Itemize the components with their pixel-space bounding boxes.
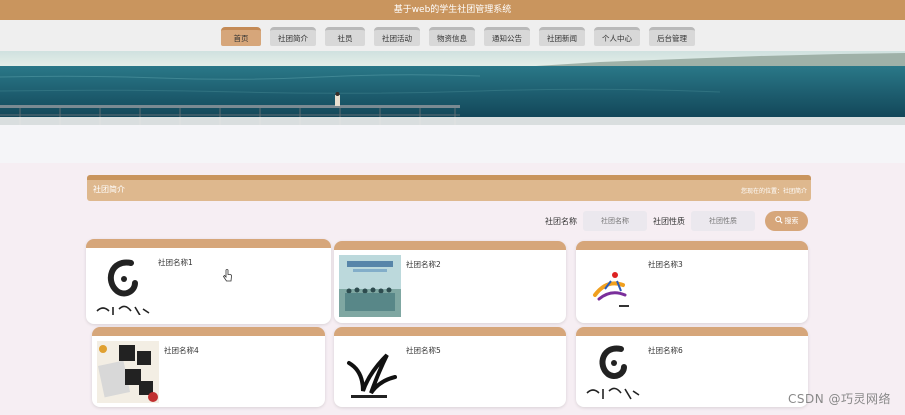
search-icon (774, 216, 783, 226)
app-title-bar: 基于web的学生社团管理系统 (0, 0, 905, 20)
club-card-3[interactable]: 社团名称3 (576, 241, 808, 323)
nav-tabs: 首页 社团简介 社员 社团活动 物资信息 通知公告 社团新闻 个人中心 后台管理 (221, 27, 695, 46)
section-header: 社团简介 您现在的位置：社团简介 (87, 175, 811, 201)
club-card-2[interactable]: 社团名称2 (334, 241, 566, 323)
club-photo-2 (339, 255, 401, 317)
club-logo-6 (581, 341, 643, 403)
nav-admin[interactable]: 后台管理 (649, 27, 695, 46)
club-name-6: 社团名称6 (648, 346, 683, 355)
section-title: 社团简介 (93, 185, 125, 194)
banner-image (0, 51, 905, 125)
nav-news[interactable]: 社团新闻 (539, 27, 585, 46)
club-card-6[interactable]: 社团名称6 (576, 327, 808, 407)
club-name-3: 社团名称3 (648, 260, 683, 269)
search-button[interactable]: 搜索 (765, 211, 808, 231)
club-type-label: 社团性质 (653, 216, 685, 226)
club-card-5[interactable]: 社团名称5 (334, 327, 566, 407)
club-name-2: 社团名称2 (406, 260, 441, 269)
search-bar: 社团名称 社团性质 搜索 (545, 211, 808, 231)
nav-supplies[interactable]: 物资信息 (429, 27, 475, 46)
breadcrumb: 您现在的位置：社团简介 (740, 188, 807, 195)
nav-notices[interactable]: 通知公告 (484, 27, 530, 46)
banner-spacer (0, 125, 905, 163)
club-logo-5 (339, 341, 401, 403)
nav-members[interactable]: 社员 (325, 27, 365, 46)
club-poster-4 (97, 341, 159, 403)
nav-home[interactable]: 首页 (221, 27, 261, 46)
nav-bar: 首页 社团简介 社员 社团活动 物资信息 通知公告 社团新闻 个人中心 后台管理 (0, 20, 905, 51)
club-name-4: 社团名称4 (164, 346, 199, 355)
club-logo-3 (581, 255, 643, 317)
nav-activities[interactable]: 社团活动 (374, 27, 420, 46)
club-logo-1 (91, 253, 153, 315)
nav-profile[interactable]: 个人中心 (594, 27, 640, 46)
nav-club-intro[interactable]: 社团简介 (270, 27, 316, 46)
club-card-1[interactable]: 社团名称1 (86, 239, 331, 324)
club-card-4[interactable]: 社团名称4 (92, 327, 325, 407)
club-name-label: 社团名称 (545, 216, 577, 226)
club-name-input[interactable] (583, 211, 647, 231)
club-type-input[interactable] (691, 211, 755, 231)
search-button-label: 搜索 (784, 217, 799, 225)
mouse-cursor-icon (222, 269, 233, 284)
app-title: 基于web的学生社团管理系统 (393, 5, 512, 15)
club-name-1: 社团名称1 (158, 258, 193, 267)
club-name-5: 社团名称5 (406, 346, 441, 355)
watermark: CSDN @巧灵网络 (787, 392, 891, 406)
